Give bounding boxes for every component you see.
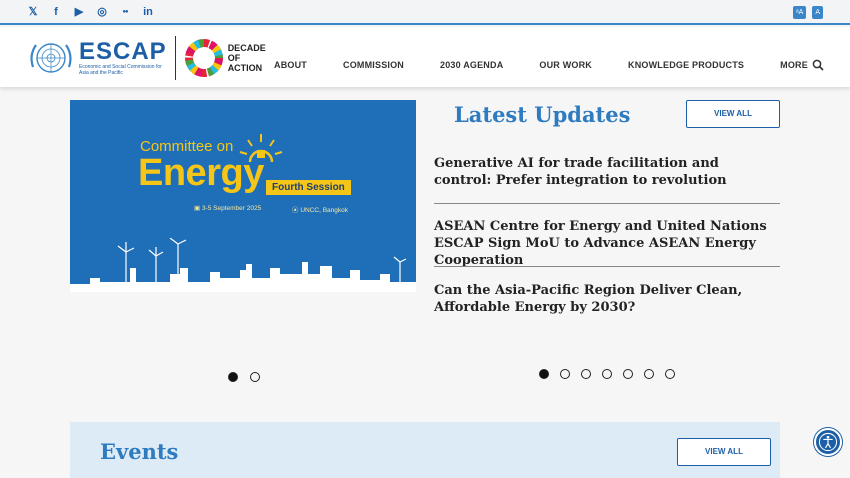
hero-venue-text: UNCC, Bangkok	[300, 207, 348, 214]
hero-carousel-dot[interactable]	[250, 372, 260, 382]
hero-banner[interactable]: Committee on Energy Fourth Session ▣ 3-5…	[70, 100, 416, 292]
updates-carousel-dot[interactable]	[665, 369, 675, 379]
main-nav: ABOUT COMMISSION 2030 AGENDA OUR WORK KN…	[274, 60, 844, 70]
x-icon[interactable]: 𝕏	[27, 6, 39, 18]
un-emblem-icon	[30, 43, 72, 73]
youtube-icon[interactable]: ▶	[73, 6, 85, 18]
updates-carousel-dot[interactable]	[581, 369, 591, 379]
linkedin-icon[interactable]: in	[142, 6, 154, 18]
hero-venue: ⦿ UNCC, Bangkok	[292, 204, 348, 214]
nav-item-about[interactable]: ABOUT	[274, 60, 307, 70]
news-item[interactable]: ASEAN Centre for Energy and United Natio…	[434, 218, 780, 269]
city-skyline-icon	[70, 238, 416, 292]
updates-carousel-dot[interactable]	[602, 369, 612, 379]
calendar-icon: ▣	[194, 205, 202, 212]
hero-carousel-dots	[228, 372, 260, 382]
latest-updates-heading: Latest Updates	[454, 102, 631, 127]
updates-carousel-dot[interactable]	[539, 369, 549, 379]
logo-divider	[174, 36, 176, 80]
news-item-title[interactable]: ASEAN Centre for Energy and United Natio…	[434, 218, 780, 269]
translate-button[interactable]: ᵃA	[793, 6, 807, 19]
escap-logo[interactable]: ESCAP Economic and Social Commission for…	[27, 36, 268, 80]
nav-item-commission[interactable]: COMMISSION	[343, 60, 404, 70]
site-header: ESCAP Economic and Social Commission for…	[0, 27, 850, 87]
escap-wordmark: ESCAP Economic and Social Commission for…	[79, 38, 167, 77]
updates-carousel-dot[interactable]	[644, 369, 654, 379]
updates-carousel-dots	[539, 369, 675, 379]
nav-item-knowledge-products[interactable]: KNOWLEDGE PRODUCTS	[628, 60, 744, 70]
news-item[interactable]: Can the Asia-Pacific Region Deliver Clea…	[434, 282, 780, 316]
updates-view-all-button[interactable]: VIEW ALL	[686, 100, 780, 128]
accessibility-icon[interactable]	[814, 428, 842, 456]
social-bar: 𝕏 f ▶ ◎ ●● in ᵃA A	[0, 0, 850, 25]
sdg-wheel-icon	[184, 39, 223, 77]
news-item[interactable]: Generative AI for trade facilitation and…	[434, 155, 780, 189]
news-divider	[434, 266, 780, 267]
text-size-button[interactable]: A	[812, 6, 823, 19]
instagram-icon[interactable]: ◎	[96, 6, 108, 18]
decade-of-action: DECADE OF ACTION	[227, 43, 266, 73]
escap-name: ESCAP	[79, 38, 167, 65]
nav-item-our-work[interactable]: OUR WORK	[539, 60, 592, 70]
events-heading: Events	[100, 439, 179, 464]
hero-date: ▣ 3-5 September 2025	[194, 204, 261, 212]
nav-item-2030-agenda[interactable]: 2030 AGENDA	[440, 60, 503, 70]
lightbulb-sun-icon	[239, 134, 283, 163]
events-view-all-button[interactable]: VIEW ALL	[677, 438, 771, 466]
hero-date-text: 3-5 September 2025	[201, 205, 262, 212]
hero-session-badge: Fourth Session	[266, 180, 351, 195]
news-item-title[interactable]: Generative AI for trade facilitation and…	[434, 155, 780, 189]
language-tools: ᵃA A	[793, 6, 823, 19]
flickr-icon[interactable]: ●●	[119, 6, 131, 18]
updates-carousel-dot[interactable]	[560, 369, 570, 379]
events-section: Events VIEW ALL	[70, 422, 780, 478]
escap-subtitle: Economic and Social Commission for Asia …	[79, 64, 162, 76]
nav-item-more[interactable]: MORE	[780, 60, 808, 70]
hero-carousel-dot[interactable]	[228, 372, 238, 382]
search-icon[interactable]	[812, 59, 824, 71]
news-divider	[434, 203, 780, 204]
facebook-icon[interactable]: f	[50, 6, 62, 18]
social-links: 𝕏 f ▶ ◎ ●● in	[27, 6, 154, 18]
updates-carousel-dot[interactable]	[623, 369, 633, 379]
news-item-title[interactable]: Can the Asia-Pacific Region Deliver Clea…	[434, 282, 780, 316]
